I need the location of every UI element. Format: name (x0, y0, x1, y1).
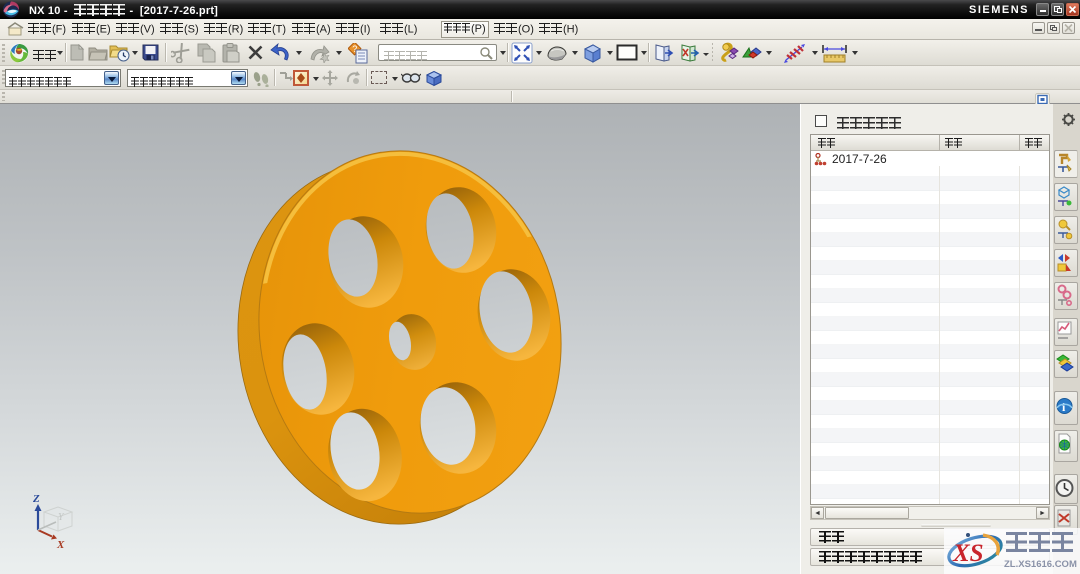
svg-text:Z: Z (32, 493, 40, 505)
svg-text:X: X (56, 539, 65, 551)
svg-text:Y: Y (58, 512, 65, 523)
svg-text:XS: XS (952, 540, 984, 567)
